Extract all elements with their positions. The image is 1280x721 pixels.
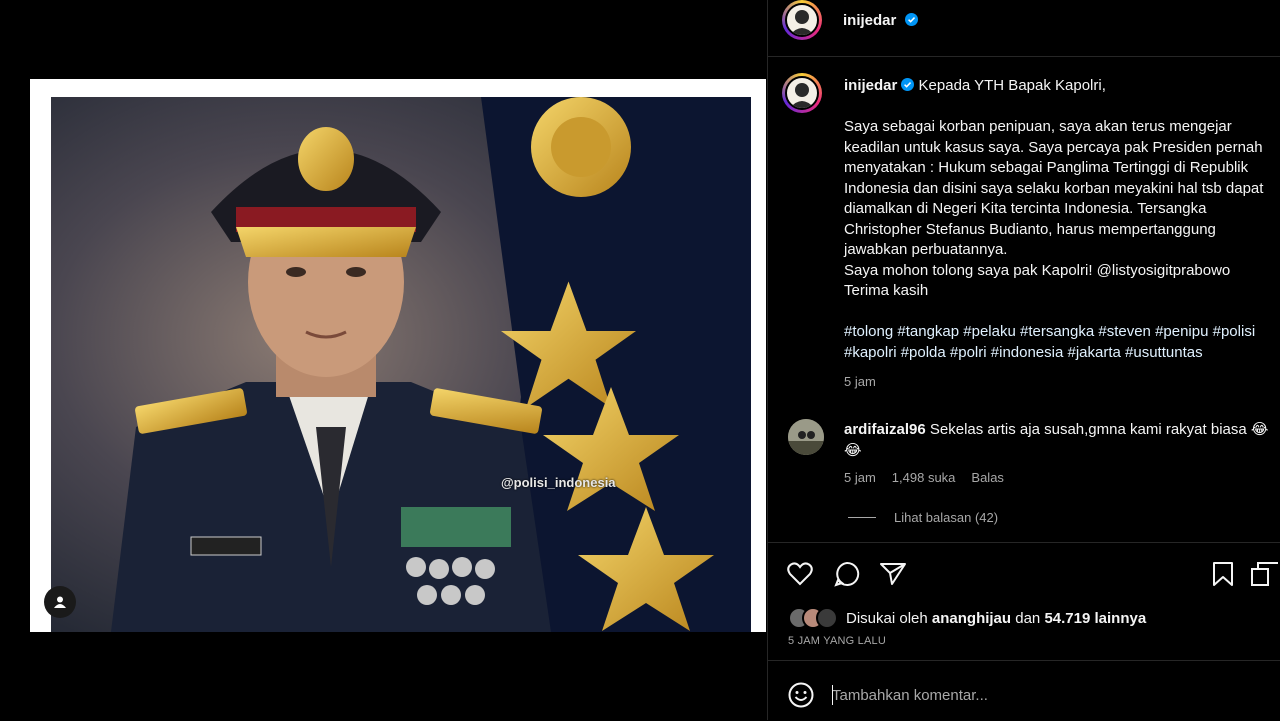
verified-badge-icon (901, 78, 915, 91)
photo-watermark: @polisi_indonesia (501, 475, 616, 490)
caption-greeting: Kepada YTH Bapak Kapolri, (918, 77, 1106, 94)
verified-badge-icon (904, 13, 918, 26)
post-timestamp[interactable]: 5 JAM YANG LALU (788, 635, 886, 647)
post-media: @polisi_indonesia (0, 0, 767, 720)
likes-summary: Disukai oleh ananghijau dan 54.719 lainn… (788, 607, 1146, 629)
post-header: inijedar (768, 0, 1280, 57)
caption-body: Saya sebagai korban penipuan, saya akan … (844, 118, 1264, 299)
likes-prefix: Disukai oleh (846, 609, 928, 627)
send-icon (880, 563, 906, 585)
author-avatar[interactable] (782, 0, 822, 40)
user-icon (54, 596, 66, 608)
likes-count[interactable]: 54.719 lainnya (1044, 610, 1146, 627)
comment-item: ardifaizal96 Sekelas artis aja susah,gmn… (844, 420, 1280, 461)
author-username[interactable]: inijedar (843, 12, 896, 29)
reply-button[interactable]: Balas (971, 470, 1004, 485)
share-button[interactable] (878, 559, 908, 589)
emoji-icon[interactable] (788, 682, 814, 708)
caption-hashtags[interactable]: #tolong #tangkap #pelaku #tersangka #ste… (844, 323, 1255, 361)
action-bar (768, 542, 1280, 605)
liker-avatar[interactable] (816, 607, 838, 629)
comment-time[interactable]: 5 jam (844, 470, 876, 485)
add-comment-input[interactable] (830, 681, 1254, 709)
comment-text-cont: 😂 (844, 441, 862, 459)
caption-username[interactable]: inijedar (844, 77, 897, 94)
caption-time[interactable]: 5 jam (844, 374, 876, 389)
copy-icon (1251, 562, 1278, 586)
commenter-avatar[interactable] (788, 419, 824, 455)
post-image[interactable]: @polisi_indonesia (30, 79, 766, 632)
more-options-button[interactable] (1250, 559, 1280, 589)
comment-bubble-icon (834, 561, 860, 587)
police-portrait-photo: @polisi_indonesia (51, 97, 751, 632)
replies-divider (848, 517, 876, 518)
liker-username[interactable]: ananghijau (932, 610, 1011, 627)
tagged-users-button[interactable] (44, 586, 76, 618)
view-replies-button[interactable]: Lihat balasan (42) (848, 510, 998, 525)
post-caption: inijedar Kepada YTH Bapak Kapolri, Saya … (844, 76, 1274, 363)
comment-meta: 5 jam 1,498 suka Balas (844, 470, 1004, 485)
post-panel: inijedar inijedar Kepada YTH Bapak Kapol… (767, 0, 1280, 720)
like-button[interactable] (785, 559, 815, 589)
heart-icon (787, 562, 813, 586)
comment-likes[interactable]: 1,498 suka (892, 470, 956, 485)
add-comment-bar (768, 660, 1280, 721)
text-caret (832, 685, 833, 705)
comment-button[interactable] (832, 559, 862, 589)
save-button[interactable] (1208, 559, 1238, 589)
commenter-username[interactable]: ardifaizal96 (844, 421, 926, 438)
likes-mid: dan (1015, 609, 1041, 627)
bookmark-icon (1213, 562, 1233, 586)
comment-text: Sekelas artis aja susah,gmna kami rakyat… (929, 421, 1269, 438)
view-replies-label: Lihat balasan (42) (894, 510, 999, 525)
caption-avatar[interactable] (782, 73, 822, 113)
